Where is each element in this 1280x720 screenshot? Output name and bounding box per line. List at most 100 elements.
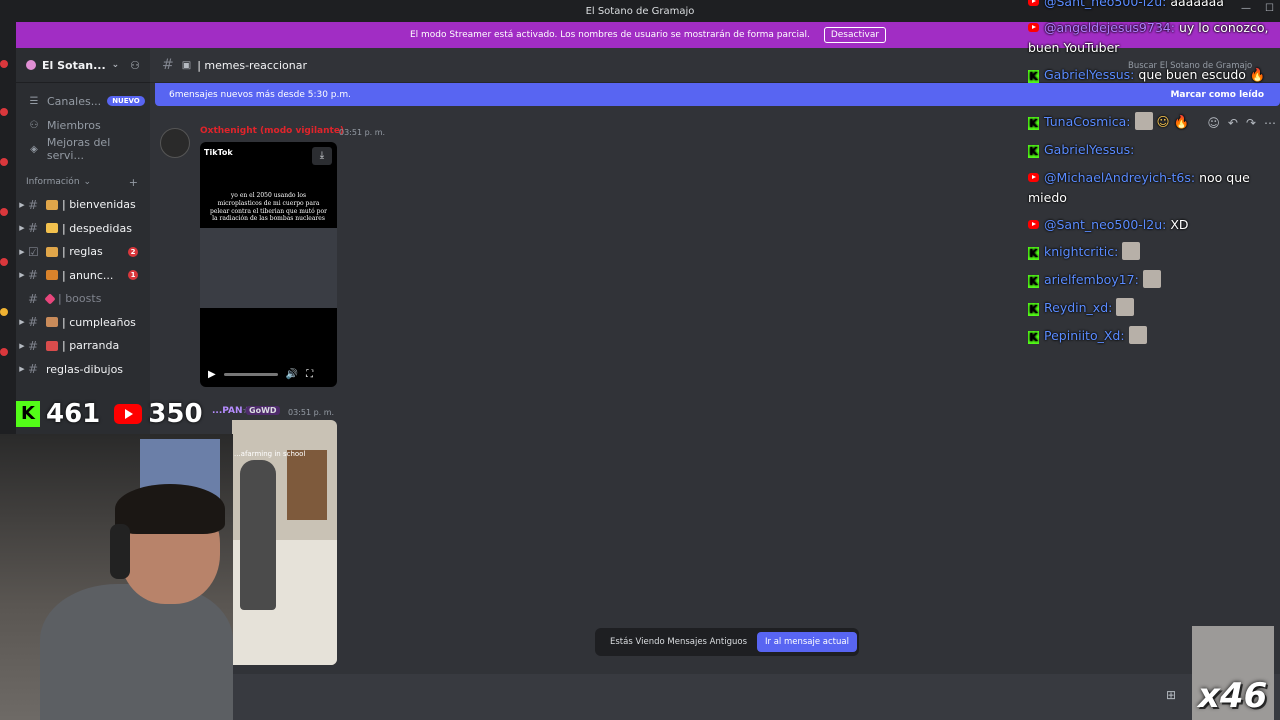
play-icon[interactable]: ▶: [208, 369, 216, 380]
chevron-right-icon: ▶: [19, 247, 25, 256]
chat-message: @Sant_neo500-l2u: XD: [1028, 215, 1189, 235]
hash-icon: #: [28, 197, 39, 212]
youtube-icon: [1028, 173, 1039, 182]
media-icon: ▣: [181, 59, 192, 71]
notification-dot: [0, 348, 8, 356]
chat-text: aaaaaaa: [1170, 0, 1224, 9]
channel-anuncios[interactable]: ▶ # | anunc... 1: [16, 264, 150, 288]
emote-icon: [1128, 326, 1147, 344]
message-author[interactable]: ...PAN☆: [212, 406, 251, 416]
fire-emoji-icon: 🔥: [1173, 114, 1190, 129]
emote-icon: [1134, 112, 1153, 130]
members-icon: ⚇: [29, 119, 39, 131]
volume-icon[interactable]: 🔊: [286, 369, 298, 380]
message-time: 03:51 p. m.: [288, 408, 335, 417]
gift-icon[interactable]: ⊞: [1166, 688, 1176, 702]
emoji-icon: [46, 270, 58, 281]
tiktok-video[interactable]: TikTok ⤓ yo en el 2050 usando los microp…: [200, 142, 337, 387]
new-messages-text: 6mensajes nuevos más desde 5:30 p.m.: [169, 89, 352, 100]
webcam-overlay: [0, 434, 233, 720]
tiktok-logo: TikTok: [204, 148, 233, 157]
message: [160, 128, 190, 158]
hash-icon: #: [28, 362, 39, 377]
youtube-icon: [114, 404, 143, 424]
sidebar-item-boosts[interactable]: ◈ Mejoras del servi...: [16, 136, 150, 162]
chat-message: Karielfemboy17:: [1028, 270, 1161, 290]
message-time: 03:51 p. m.: [339, 128, 386, 137]
server-icon[interactable]: [0, 308, 8, 316]
kick-icon: K: [1028, 145, 1039, 158]
notification-dot: [0, 258, 8, 266]
combo-multiplier: x46: [1198, 676, 1268, 716]
kick-icon: K: [1028, 275, 1039, 288]
channel-label: | reglas: [62, 245, 103, 259]
video-caption: ...afarming in school: [234, 450, 306, 458]
chevron-right-icon: ▶: [19, 271, 25, 280]
add-channel-icon[interactable]: +: [129, 176, 138, 189]
chat-username: @Sant_neo500-l2u:: [1044, 0, 1167, 9]
chat-username: GabrielYessus:: [1044, 67, 1135, 82]
chat-username: arielfemboy17:: [1044, 272, 1139, 287]
message-composer[interactable]: ⊞: [150, 674, 1280, 720]
youtube-icon: [1028, 23, 1039, 32]
emote-icon: [1116, 298, 1135, 316]
notification-dot: [0, 108, 8, 116]
server-name: El Sotan...: [42, 58, 106, 72]
sidebar-item-channels[interactable]: ☰ Canales... NUEVO: [16, 89, 150, 113]
server-header[interactable]: El Sotan... ⌄ ⚇: [16, 48, 150, 83]
hash-icon: #: [28, 338, 39, 353]
stream-chat-overlay: @Sant_neo500-l2u: aaaaaaa @angeldejesus9…: [1022, 0, 1280, 360]
channel-bienvenidas[interactable]: ▶ # | bienvenidas: [16, 193, 150, 217]
youtube-icon: [1028, 0, 1039, 6]
chat-username: GabrielYessus:: [1044, 142, 1135, 157]
kick-icon: K: [16, 401, 40, 427]
chat-message: @MichaelAndreyich-t6s: noo que miedo: [1028, 168, 1276, 208]
deactivate-button[interactable]: Desactivar: [823, 27, 887, 43]
kick-viewer-count: 461: [46, 399, 101, 429]
video-controls: ▶ 🔊 ⛶: [200, 361, 337, 387]
notification-dot: [0, 208, 8, 216]
channel-despedidas[interactable]: ▶ # | despedidas: [16, 217, 150, 241]
jump-to-present-button[interactable]: Ir al mensaje actual: [757, 632, 857, 652]
chevron-right-icon: ▶: [19, 341, 25, 350]
chat-username: @MichaelAndreyich-t6s:: [1044, 170, 1196, 185]
channel-parranda[interactable]: ▶ # | parranda: [16, 334, 150, 358]
streamer-body: [40, 584, 233, 720]
channel-label: | parranda: [62, 339, 120, 353]
sidebar-item-label: Mejoras del servi...: [46, 136, 111, 162]
chat-text: que buen escudo: [1138, 67, 1246, 82]
hash-icon: #: [28, 315, 39, 330]
chevron-right-icon: ▶: [19, 224, 25, 233]
message-author[interactable]: Oxthenight (modo vigilante): [200, 126, 344, 136]
viewer-counter: K 461 350: [16, 396, 216, 432]
chat-message: @angeldejesus9734: uy lo conozco, buen Y…: [1028, 18, 1276, 58]
avatar[interactable]: [160, 128, 190, 158]
chat-username: @Sant_neo500-l2u:: [1044, 217, 1167, 232]
fullscreen-icon[interactable]: ⛶: [306, 369, 313, 380]
progress-bar[interactable]: [223, 372, 278, 376]
emoji-icon: [44, 293, 56, 305]
channel-cumpleanos[interactable]: ▶ # | cumpleaños: [16, 311, 150, 335]
video-attachment[interactable]: ...afarming in school: [232, 420, 337, 665]
hash-icon: #: [162, 57, 174, 73]
chat-username: knightcritic:: [1044, 244, 1119, 259]
channel-label: reglas-dibujos: [46, 362, 124, 376]
chat-message: @Sant_neo500-l2u: aaaaaaa: [1028, 0, 1224, 12]
chat-username: @angeldejesus9734:: [1044, 20, 1175, 35]
download-icon[interactable]: ⤓: [312, 147, 332, 165]
kick-icon: K: [1028, 247, 1039, 260]
channel-boosts[interactable]: # | boosts: [16, 287, 150, 311]
old-messages-text: Estás Viendo Mensajes Antiguos: [610, 637, 747, 647]
chat-username: TunaCosmica:: [1044, 114, 1131, 129]
add-member-icon[interactable]: ⚇: [130, 59, 140, 72]
chevron-right-icon: ▶: [19, 365, 25, 374]
sidebar-item-members[interactable]: ⚇ Miembros: [16, 113, 150, 137]
channel-reglas[interactable]: ▶ ☑ | reglas 2: [16, 240, 150, 264]
emoji-icon: [46, 317, 58, 328]
new-badge: NUEVO: [107, 96, 145, 106]
laugh-emoji-icon: ☺: [1156, 114, 1170, 129]
channels-icon: ☰: [29, 95, 39, 107]
category-header[interactable]: Información ⌄ +: [16, 171, 150, 193]
kick-icon: K: [1028, 303, 1039, 316]
channel-reglas-dibujos[interactable]: ▶ # reglas-dibujos: [16, 358, 150, 382]
